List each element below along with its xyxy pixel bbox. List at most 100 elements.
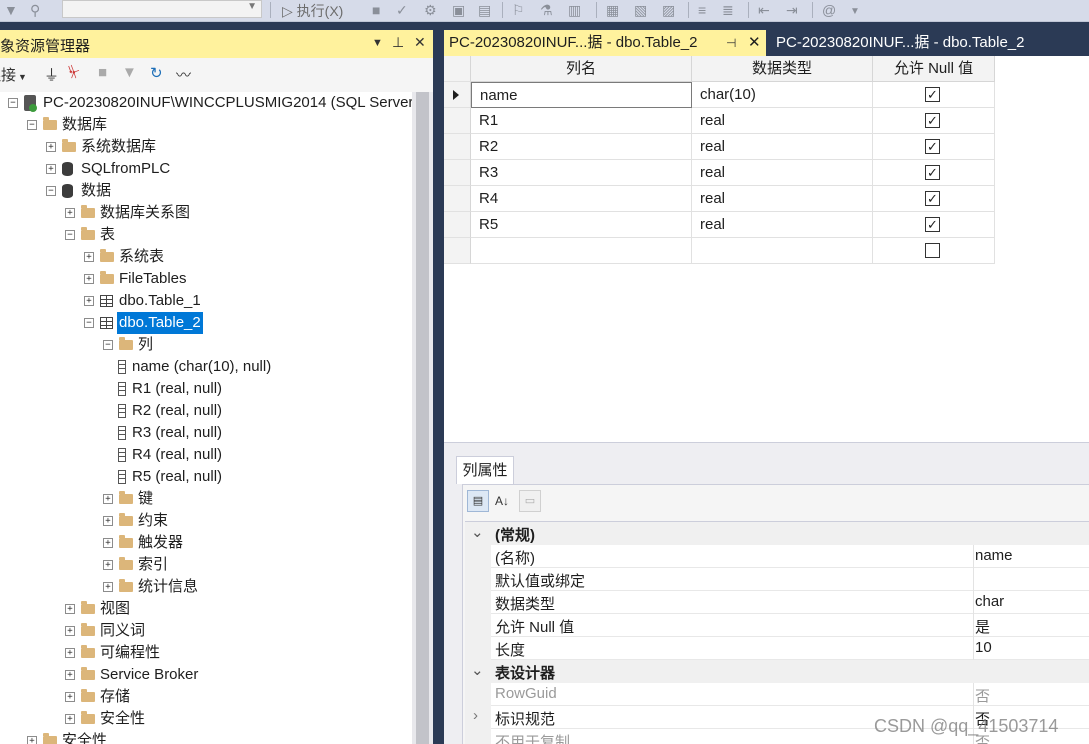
allow-null-checkbox[interactable] <box>925 243 940 258</box>
connect-plug-icon[interactable]: ⏚ <box>44 64 59 85</box>
row-selector[interactable] <box>444 160 471 186</box>
row-selector[interactable] <box>444 82 471 108</box>
property-value[interactable]: name <box>975 547 1013 564</box>
row-selector[interactable] <box>444 238 471 264</box>
tree-node[interactable]: + 约束 <box>0 510 412 532</box>
property-row[interactable]: 长度 10 <box>465 637 1089 660</box>
collapse-icon[interactable]: − <box>8 98 18 108</box>
expand-icon[interactable]: + <box>27 736 37 744</box>
data-type-cell[interactable]: real <box>692 108 873 134</box>
tree-node[interactable]: R4 (real, null) <box>0 444 412 466</box>
include-plan-icon[interactable]: ▥ <box>568 2 581 19</box>
tree-node[interactable]: R1 (real, null) <box>0 378 412 400</box>
column-header[interactable]: 列名 <box>471 56 692 82</box>
chevron-down-icon[interactable]: ⌄ <box>471 661 484 679</box>
data-type-cell[interactable]: real <box>692 160 873 186</box>
activity-monitor-icon[interactable]: 〰 <box>176 64 191 85</box>
tree-node[interactable]: + 安全性 <box>0 708 412 730</box>
results-icon[interactable]: ▣ <box>452 2 465 19</box>
property-row[interactable]: 默认值或绑定 <box>465 568 1089 591</box>
tree-node[interactable]: − 数据库 <box>0 114 412 136</box>
property-row[interactable]: 数据类型 char <box>465 591 1089 614</box>
tree-node[interactable]: − dbo.Table_2 <box>0 312 412 334</box>
results-file-icon[interactable]: ▨ <box>662 2 675 19</box>
parse-icon[interactable]: ⚙ <box>424 2 437 19</box>
row-selector[interactable] <box>444 186 471 212</box>
expand-icon[interactable]: + <box>103 582 113 592</box>
column-name-cell[interactable]: R2 <box>471 134 692 160</box>
column-name-cell[interactable]: R5 <box>471 212 692 238</box>
property-category[interactable]: ⌄ (常规) <box>465 522 1089 545</box>
property-row[interactable]: 允许 Null 值 是 <box>465 614 1089 637</box>
column-name-cell[interactable]: R3 <box>471 160 692 186</box>
tree-node[interactable]: − 列 <box>0 334 412 356</box>
tree-node[interactable]: + Service Broker <box>0 664 412 686</box>
expand-icon[interactable]: + <box>84 296 94 306</box>
expand-icon[interactable]: + <box>65 604 75 614</box>
connect-button[interactable]: 连接▼ <box>0 64 27 85</box>
expand-icon[interactable]: + <box>65 714 75 724</box>
pin-icon[interactable]: ⊥ <box>392 34 404 51</box>
expand-icon[interactable]: + <box>65 670 75 680</box>
uncomment-icon[interactable]: ≣ <box>722 2 734 19</box>
expand-icon[interactable]: + <box>65 208 75 218</box>
expand-icon[interactable]: + <box>103 494 113 504</box>
column-header[interactable]: 允许 Null 值 <box>873 56 995 82</box>
tree-node[interactable]: + dbo.Table_1 <box>0 290 412 312</box>
expand-icon[interactable]: + <box>103 560 113 570</box>
row-selector[interactable] <box>444 212 471 238</box>
tree-node[interactable]: name (char(10), null) <box>0 356 412 378</box>
collapse-icon[interactable]: − <box>84 318 94 328</box>
refresh-icon[interactable]: ↻ <box>150 64 163 82</box>
stop-icon[interactable]: ■ <box>98 64 107 81</box>
chevron-down-icon[interactable]: ▼ <box>372 37 383 49</box>
row-selector[interactable] <box>444 134 471 160</box>
tree-node[interactable]: − 表 <box>0 224 412 246</box>
allow-null-checkbox[interactable]: ✓ <box>925 165 940 180</box>
tree-node[interactable]: + 同义词 <box>0 620 412 642</box>
tree-node[interactable]: + 视图 <box>0 598 412 620</box>
save-icon[interactable]: ▤ <box>478 2 491 19</box>
property-category[interactable]: ⌄ 表设计器 <box>465 660 1089 683</box>
tree-node[interactable]: + 存储 <box>0 686 412 708</box>
expand-icon[interactable]: + <box>46 164 56 174</box>
tree-node[interactable]: − PC-20230820INUF\WINCCPLUSMIG2014 (SQL S… <box>0 92 412 114</box>
tree-node[interactable]: R5 (real, null) <box>0 466 412 488</box>
collapse-icon[interactable]: − <box>46 186 56 196</box>
property-row[interactable]: (名称) name <box>465 545 1089 568</box>
pin-icon[interactable]: ⊣ <box>726 30 736 56</box>
data-type-cell[interactable]: real <box>692 212 873 238</box>
tab-column-properties[interactable]: 列属性 <box>456 456 514 484</box>
disconnect-icon[interactable]: ⏧ <box>68 64 80 81</box>
tree-node[interactable]: + 系统表 <box>0 246 412 268</box>
expand-icon[interactable]: + <box>103 516 113 526</box>
alphabetical-icon[interactable]: A↓ <box>491 490 513 512</box>
query-options-icon[interactable]: ⚐ <box>512 2 525 19</box>
column-name-cell[interactable]: R1 <box>471 108 692 134</box>
indent-icon[interactable]: ⇥ <box>786 2 798 19</box>
data-type-cell[interactable]: char(10) <box>692 82 873 108</box>
expand-icon[interactable]: + <box>65 692 75 702</box>
allow-null-checkbox[interactable]: ✓ <box>925 191 940 206</box>
specify-values-icon[interactable]: @ <box>822 2 836 18</box>
collapse-icon[interactable]: − <box>65 230 75 240</box>
expand-icon[interactable]: + <box>65 648 75 658</box>
column-name-cell[interactable]: R4 <box>471 186 692 212</box>
filter-icon[interactable]: ▼ <box>4 2 18 18</box>
close-icon[interactable]: ✕ <box>414 34 426 51</box>
tree-node[interactable]: + 触发器 <box>0 532 412 554</box>
stop-icon[interactable]: ■ <box>372 2 380 18</box>
check-icon[interactable]: ✓ <box>396 2 408 19</box>
tree-node[interactable]: + 系统数据库 <box>0 136 412 158</box>
tree-node[interactable]: + 数据库关系图 <box>0 202 412 224</box>
data-type-cell[interactable] <box>692 238 873 264</box>
allow-null-checkbox[interactable]: ✓ <box>925 217 940 232</box>
row-selector[interactable] <box>444 108 471 134</box>
tree-node[interactable]: + SQLfromPLC <box>0 158 412 180</box>
categorized-icon[interactable]: ▤ <box>467 490 489 512</box>
property-row[interactable]: RowGuid 否 <box>465 683 1089 706</box>
chevron-down-icon[interactable]: ▼ <box>850 6 860 17</box>
filter-icon[interactable]: ▼ <box>122 64 137 81</box>
tree-node[interactable]: + 统计信息 <box>0 576 412 598</box>
data-type-cell[interactable]: real <box>692 134 873 160</box>
